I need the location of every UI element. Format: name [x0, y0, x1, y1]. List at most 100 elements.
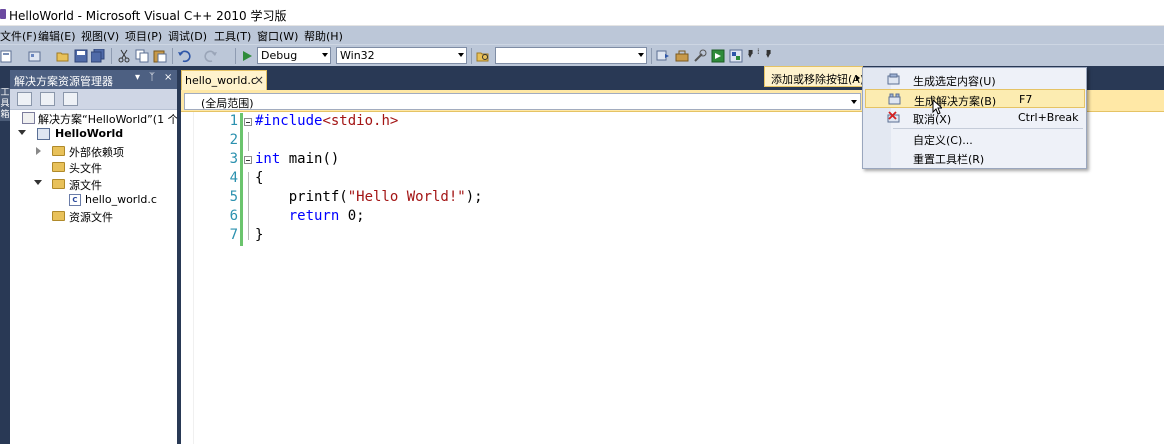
menu-item-label: 自定义(C)...: [913, 134, 973, 147]
build-solution-icon: [888, 93, 901, 105]
add-item-icon[interactable]: [28, 49, 42, 63]
title-bar: HelloWorld - Microsoft Visual C++ 2010 学…: [0, 0, 1164, 26]
add-remove-buttons-menu-item[interactable]: 添加或移除按钮(A): [764, 66, 864, 87]
new-project-icon[interactable]: [0, 49, 14, 63]
menu-tools[interactable]: 工具(T): [214, 28, 251, 44]
tree-item-resource-files[interactable]: 资源文件: [10, 208, 177, 224]
start-debugging-icon[interactable]: [240, 49, 254, 63]
fold-collapse-icon[interactable]: [244, 118, 252, 126]
scope-dropdown[interactable]: (全局范围): [184, 93, 861, 110]
toolbar-separator: [111, 48, 112, 64]
line-number: 1: [229, 113, 238, 129]
change-bar: [240, 151, 243, 170]
tree-item-label: 头文件: [69, 162, 102, 175]
menu-item-build-solution[interactable]: 生成解决方案(B) F7: [865, 89, 1085, 108]
open-folder-icon[interactable]: [56, 49, 70, 63]
tree-item-project[interactable]: HelloWorld: [10, 126, 177, 142]
menu-debug[interactable]: 调试(D): [168, 28, 207, 44]
properties-icon[interactable]: [17, 92, 32, 106]
chevron-down-icon: [458, 53, 464, 57]
menu-item-reset-toolbar[interactable]: 重置工具栏(R): [865, 148, 1085, 167]
pin-icon[interactable]: ᛉ: [149, 72, 155, 83]
menu-edit[interactable]: 编辑(E): [38, 28, 76, 44]
menu-item-build-selection[interactable]: 生成选定内容(U): [865, 70, 1085, 89]
platform-value: Win32: [340, 49, 375, 62]
menu-project[interactable]: 项目(P): [125, 28, 162, 44]
tree-item-solution[interactable]: 解决方案“HelloWorld”(1 个项目): [10, 110, 205, 126]
cut-icon[interactable]: [117, 49, 131, 63]
show-all-files-icon[interactable]: [40, 92, 55, 106]
undo-icon[interactable]: [177, 49, 191, 63]
toolbox-tab[interactable]: 工具箱: [0, 88, 10, 121]
toolbar-overflow-icon[interactable]: ▪ ▾: [748, 48, 753, 60]
tree-item-source-files[interactable]: 源文件: [10, 176, 177, 192]
copy-icon[interactable]: [135, 49, 149, 63]
solution-explorer-title: 解决方案资源管理器: [14, 75, 113, 88]
tree-item-label: hello_world.c: [85, 193, 157, 206]
extension-manager-icon[interactable]: [729, 49, 743, 63]
tab-label: hello_world.c: [185, 74, 257, 87]
menu-view[interactable]: 视图(V): [81, 28, 119, 44]
change-bar: [240, 208, 243, 227]
toolbox-icon[interactable]: [675, 49, 689, 63]
build-selection-icon: [887, 73, 900, 85]
chevron-down-icon[interactable]: [18, 130, 26, 135]
mouse-cursor-icon: [932, 99, 942, 115]
fold-collapse-icon[interactable]: [244, 156, 252, 164]
menu-bar: 文件(F) 编辑(E) 视图(V) 项目(P) 调试(D) 工具(T) 窗口(W…: [0, 26, 1164, 44]
code-line: 4 {: [181, 170, 1164, 189]
tree-item-header-files[interactable]: 头文件: [10, 159, 177, 175]
cancel-build-icon: [887, 111, 900, 123]
menu-item-cancel-build[interactable]: 取消(X) Ctrl+Break: [865, 108, 1085, 127]
tools-icon[interactable]: [693, 49, 707, 63]
redo-icon[interactable]: [204, 49, 218, 63]
chevron-down-icon[interactable]: [34, 180, 42, 185]
tab-hello-world-c[interactable]: hello_world.c ×: [181, 70, 267, 90]
toolbar-separator: [651, 48, 652, 64]
folder-icon: [52, 211, 65, 221]
save-all-icon[interactable]: [91, 49, 105, 63]
line-number: 4: [229, 170, 238, 186]
tree-item-hello-world-c[interactable]: C hello_world.c: [10, 192, 177, 208]
close-icon[interactable]: ×: [164, 72, 172, 83]
change-bar: [240, 113, 243, 132]
solution-explorer-header: 解决方案资源管理器 ▾ ᛉ ×: [10, 70, 177, 89]
menu-item-customize[interactable]: 自定义(C)...: [865, 129, 1085, 148]
app-icon: [0, 9, 6, 19]
find-dropdown[interactable]: [495, 47, 647, 64]
scope-value: (全局范围): [201, 97, 254, 110]
config-value: Debug: [261, 49, 298, 62]
panel-options-icon[interactable]: ▾: [135, 72, 140, 83]
paste-icon[interactable]: [153, 49, 167, 63]
config-dropdown[interactable]: Debug: [257, 47, 331, 64]
save-icon[interactable]: [74, 49, 88, 63]
fold-line: [248, 132, 249, 151]
chevron-right-icon: [856, 75, 860, 81]
platform-dropdown[interactable]: Win32: [336, 47, 467, 64]
object-browser-icon[interactable]: [656, 49, 670, 63]
tree-item-external-deps[interactable]: 外部依赖项: [10, 143, 177, 159]
code-line: 5 printf("Hello World!");: [181, 189, 1164, 208]
menu-window[interactable]: 窗口(W): [257, 28, 298, 44]
menu-file[interactable]: 文件(F): [0, 28, 37, 44]
start-page-icon[interactable]: [711, 49, 725, 63]
line-number: 7: [229, 227, 238, 243]
toolbar-separator: [172, 48, 173, 64]
refresh-icon[interactable]: [63, 92, 78, 106]
find-in-files-icon[interactable]: [476, 49, 490, 63]
toolbar-separator: [235, 48, 236, 64]
close-tab-icon[interactable]: ×: [254, 73, 264, 87]
chevron-right-icon[interactable]: [36, 147, 41, 155]
toolbox-strip: 工具箱: [0, 66, 10, 444]
toolbar-options-icon[interactable]: ▪ ▾: [766, 48, 771, 60]
line-number: 5: [229, 189, 238, 205]
tree-item-label: HelloWorld: [55, 127, 124, 140]
solution-icon: [22, 112, 35, 124]
menu-item-shortcut: Ctrl+Break: [1018, 111, 1079, 124]
project-icon: [37, 128, 50, 140]
menu-help[interactable]: 帮助(H): [304, 28, 343, 44]
code-text: printf("Hello World!");: [255, 189, 483, 205]
tree-item-label: 外部依赖项: [69, 146, 124, 159]
toolbar-grip-icon[interactable]: ⁞: [757, 48, 760, 56]
folder-open-icon: [52, 179, 65, 189]
